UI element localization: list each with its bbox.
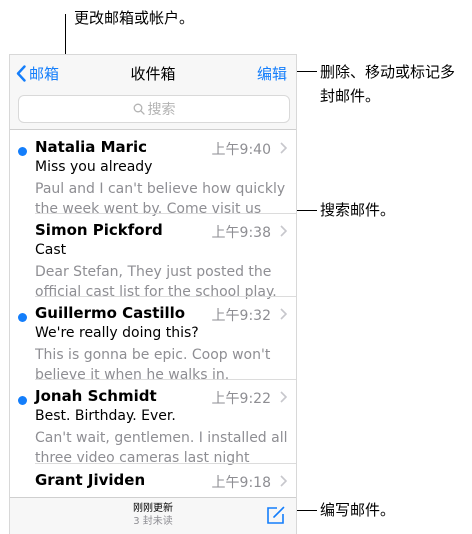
callout-search: 搜索邮件。 — [320, 201, 396, 219]
message-subject: Miss you already — [35, 159, 153, 175]
chevron-right-icon — [280, 225, 287, 237]
search-placeholder: 搜索 — [147, 102, 176, 118]
callout-compose: 编写邮件。 — [320, 501, 396, 519]
message-subject: Best. Birthday. Ever. — [35, 408, 176, 424]
updated-label: 刚刚更新 — [133, 503, 173, 514]
message-row[interactable]: Jonah Schmidt 上午9:22 Best. Birthday. Eve… — [10, 387, 296, 471]
magnifier-icon — [133, 103, 145, 115]
unread-dot — [18, 396, 27, 405]
message-time: 上午9:32 — [211, 308, 271, 324]
message-row[interactable]: Natalia Maric 上午9:40 Miss you already Pa… — [10, 138, 296, 222]
message-row[interactable]: Guillermo Castillo 上午9:32 We're really d… — [10, 304, 296, 388]
message-time: 上午9:38 — [211, 225, 271, 241]
message-sender: Guillermo Castillo — [35, 304, 186, 322]
callout-edit-line2: 封邮件。 — [320, 87, 381, 105]
message-sender: Natalia Maric — [35, 138, 148, 156]
chevron-right-icon — [280, 391, 287, 403]
edit-button[interactable]: 编辑 — [257, 63, 287, 84]
message-time: 上午9:40 — [211, 142, 271, 158]
message-row[interactable]: Simon Pickford 上午9:38 Cast Dear Stefan, … — [10, 221, 296, 305]
search-input[interactable]: 搜索 — [18, 95, 290, 123]
chevron-right-icon — [280, 142, 287, 154]
message-preview: Can't wait, gentlemen. I installed all t… — [35, 430, 288, 466]
chevron-right-icon — [280, 308, 287, 320]
search-bar: 搜索 — [10, 91, 296, 130]
message-row[interactable]: Grant Jividen 上午9:18 — [10, 471, 296, 497]
message-sender: Simon Pickford — [35, 221, 163, 239]
unread-count: 3 封未读 — [133, 516, 173, 527]
row-separator — [35, 296, 296, 297]
message-time: 上午9:18 — [211, 475, 271, 491]
callout-change-mailbox: 更改邮箱或帐户。 — [74, 9, 195, 27]
row-separator — [35, 379, 296, 380]
bottom-toolbar: 刚刚更新 3 封未读 — [10, 497, 296, 534]
mail-screen: 邮箱 收件箱 编辑 搜索 Natalia Maric 上午9:40 Miss y… — [9, 54, 297, 534]
page-title: 收件箱 — [130, 65, 176, 83]
navigation-bar: 邮箱 收件箱 编辑 — [10, 55, 296, 91]
message-subject: We're really doing this? — [35, 325, 199, 341]
unread-dot — [18, 147, 27, 156]
message-sender: Grant Jividen — [35, 471, 146, 489]
update-status: 刚刚更新 3 封未读 — [10, 502, 296, 528]
chevron-right-icon — [280, 475, 287, 487]
compose-icon[interactable] — [266, 505, 286, 525]
unread-dot — [18, 313, 27, 322]
callout-edit-line1: 删除、移动或标记多 — [320, 63, 456, 81]
message-time: 上午9:22 — [211, 391, 271, 407]
message-subject: Cast — [35, 242, 67, 258]
message-sender: Jonah Schmidt — [35, 387, 157, 405]
row-separator — [35, 463, 296, 464]
row-separator — [35, 213, 296, 214]
